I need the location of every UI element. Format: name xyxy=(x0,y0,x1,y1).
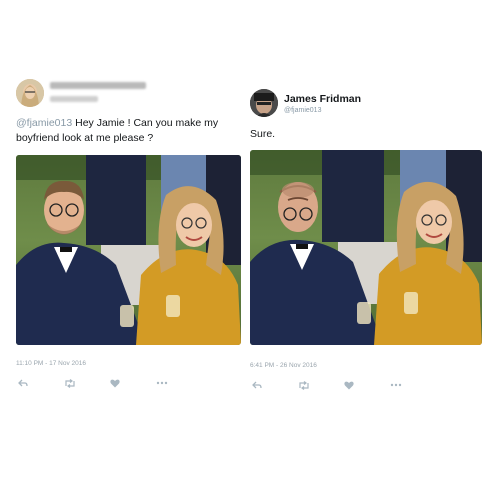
tweet-actions xyxy=(18,378,202,388)
retweet-button[interactable] xyxy=(64,378,110,388)
tweet-timestamp[interactable]: 6:41 PM - 26 Nov 2016 xyxy=(250,362,317,369)
more-button[interactable] xyxy=(156,378,202,388)
like-button[interactable] xyxy=(110,378,156,388)
reply-tweet: James Fridman @fjamie013 Sure. 6:41 PM -… xyxy=(250,0,500,500)
more-icon xyxy=(390,383,402,387)
author-avatar[interactable] xyxy=(250,89,278,117)
author-name[interactable]: James Fridman xyxy=(284,93,361,105)
retweet-icon xyxy=(299,380,309,390)
redacted-user-name xyxy=(50,82,146,89)
user-avatar[interactable] xyxy=(16,79,44,107)
reply-button[interactable] xyxy=(252,380,298,390)
reply-icon xyxy=(252,381,262,388)
mention-link[interactable]: @fjamie013 xyxy=(16,117,72,129)
retweet-icon xyxy=(65,378,75,388)
like-button[interactable] xyxy=(344,380,390,390)
redacted-user-handle xyxy=(50,96,98,102)
heart-icon xyxy=(110,379,120,387)
tweet-text: Sure. xyxy=(250,128,276,140)
edited-photo[interactable] xyxy=(250,150,482,345)
original-photo[interactable] xyxy=(16,155,241,345)
original-tweet: @fjamie013 Hey Jamie ! Can you make my b… xyxy=(0,0,250,500)
reply-icon xyxy=(18,379,28,386)
tweet-timestamp[interactable]: 11:10 PM - 17 Nov 2016 xyxy=(16,360,86,367)
more-button[interactable] xyxy=(390,380,436,390)
retweet-button[interactable] xyxy=(298,380,344,390)
tweet-actions xyxy=(252,380,436,390)
more-icon xyxy=(156,381,168,385)
tweet-text: @fjamie013 Hey Jamie ! Can you make my b… xyxy=(16,116,244,146)
author-handle[interactable]: @fjamie013 xyxy=(284,107,321,114)
heart-icon xyxy=(344,381,354,389)
reply-button[interactable] xyxy=(18,378,64,388)
